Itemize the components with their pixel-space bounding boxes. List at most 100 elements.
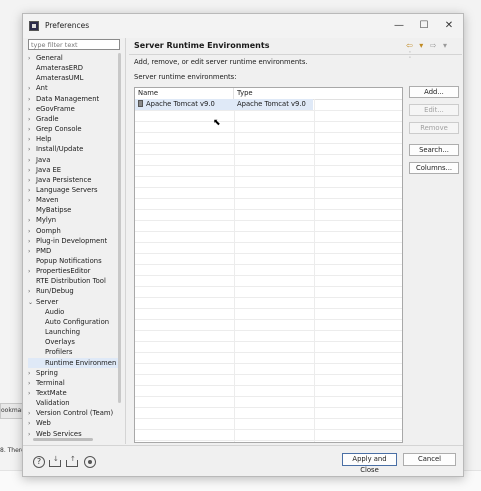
tree-item-label: Runtime Environmen: [45, 358, 117, 367]
tree-item[interactable]: › Mylyn: [28, 215, 56, 225]
tree-item[interactable]: › Data Management: [28, 94, 99, 104]
pane-splitter[interactable]: [125, 38, 126, 444]
tree-vertical-scrollbar[interactable]: [118, 53, 121, 403]
apply-and-close-button[interactable]: Apply and Close: [342, 453, 397, 474]
preferences-dialog: Preferences — ☐ ✕ type filter text › Gene…: [22, 13, 464, 477]
add-button[interactable]: Add...: [409, 86, 459, 98]
maximize-button[interactable]: ☐: [414, 18, 434, 34]
edit-button[interactable]: Edit...: [409, 104, 459, 116]
tree-item[interactable]: Overlays: [28, 337, 75, 347]
grid-line: [135, 286, 402, 287]
column-header-name[interactable]: Name: [135, 88, 234, 99]
tree-item[interactable]: › Web Services: [28, 429, 82, 437]
tree-item[interactable]: › Oomph: [28, 226, 61, 236]
footer-separator: [23, 445, 463, 446]
tree-item[interactable]: ⌄ Server: [28, 297, 58, 307]
close-button[interactable]: ✕: [439, 18, 459, 34]
tree-item-label: eGovFrame: [36, 104, 75, 113]
tree-item[interactable]: › Run/Debug: [28, 286, 74, 296]
tree-item[interactable]: › TextMate: [28, 388, 67, 398]
tree-item[interactable]: › Java EE: [28, 165, 61, 175]
minimize-button[interactable]: —: [389, 18, 409, 34]
tree-item-label: Oomph: [36, 226, 61, 235]
tree-item[interactable]: RTE Distribution Tool: [28, 276, 106, 286]
tree-item[interactable]: › Terminal: [28, 378, 65, 388]
tree-item[interactable]: › PMD: [28, 246, 51, 256]
search-button[interactable]: Search...: [409, 144, 459, 156]
tree-item-label: Java EE: [36, 165, 62, 174]
tree-item[interactable]: AmaterasERD: [28, 63, 83, 73]
tree-item[interactable]: › PropertiesEditor: [28, 266, 90, 276]
table-row[interactable]: Apache Tomcat v9.0 Apache Tomcat v9.0: [135, 99, 313, 110]
export-icon[interactable]: ↑: [66, 455, 78, 468]
runtime-type-cell: Apache Tomcat v9.0: [237, 100, 306, 108]
forward-arrow-icon[interactable]: ⇨ ▾: [430, 41, 449, 50]
tree-item[interactable]: Runtime Environmen: [28, 357, 118, 368]
tree-item-label: Help: [36, 135, 52, 144]
tree-item-label: Version Control (Team): [36, 409, 114, 418]
grid-line: [135, 187, 402, 188]
grid-line: [135, 396, 402, 397]
grid-line: [135, 407, 402, 408]
tree-item[interactable]: › Gradle: [28, 114, 59, 124]
tree-item-label: TextMate: [36, 388, 67, 397]
tree-item[interactable]: › Language Servers: [28, 185, 98, 195]
grid-line: [135, 121, 402, 122]
tree-item-label: AmaterasERD: [36, 64, 84, 73]
oomph-recorder-icon[interactable]: [84, 456, 96, 468]
grid-line: [135, 231, 402, 232]
tree-item[interactable]: Profilers: [28, 347, 72, 357]
tree-item[interactable]: Launching: [28, 327, 80, 337]
tree-item-label: Plug-in Development: [36, 236, 108, 245]
grid-line: [135, 440, 402, 441]
tree-item-label: Overlays: [45, 338, 75, 347]
tree-item[interactable]: › Plug-in Development: [28, 236, 107, 246]
title-bar[interactable]: Preferences — ☐ ✕: [23, 14, 463, 38]
tree-item[interactable]: › Spring: [28, 368, 58, 378]
background-bookmarks-tab[interactable]: ookmar: [0, 403, 24, 419]
tree-item[interactable]: › Web: [28, 418, 51, 428]
tree-item-label: Web Services: [36, 429, 82, 437]
tree-item[interactable]: MyBatipse: [28, 205, 71, 215]
tree-item[interactable]: AmaterasUML: [28, 73, 83, 83]
chevron-icon[interactable]: ›: [28, 430, 36, 437]
tree-item[interactable]: › Version Control (Team): [28, 408, 113, 418]
tree-item-label: MyBatipse: [36, 206, 72, 215]
tree-item[interactable]: › Help: [28, 134, 52, 144]
column-header-type[interactable]: Type: [234, 88, 314, 99]
remove-button[interactable]: Remove: [409, 122, 459, 134]
tree-item[interactable]: › General: [28, 53, 63, 63]
grid-line: [135, 154, 402, 155]
filter-input[interactable]: type filter text: [28, 39, 120, 50]
tree-item[interactable]: › Maven: [28, 195, 59, 205]
tree-item[interactable]: › Java: [28, 155, 50, 165]
tree-item[interactable]: › Java Persistence: [28, 175, 91, 185]
tree-item-label: Java Persistence: [36, 175, 92, 184]
grid-line: [135, 220, 402, 221]
page-description: Add, remove, or edit server runtime envi…: [134, 58, 308, 66]
tree-item[interactable]: › Grep Console: [28, 124, 82, 134]
import-icon[interactable]: ↓: [49, 455, 61, 468]
tree-item-label: RTE Distribution Tool: [36, 277, 106, 286]
tree-horizontal-scrollbar[interactable]: [33, 438, 93, 441]
tree-item[interactable]: › Install/Update: [28, 144, 83, 154]
tree-item[interactable]: › Ant: [28, 83, 48, 93]
columns-button[interactable]: Columns...: [409, 162, 459, 174]
back-arrow-icon[interactable]: ⇦ ▾: [406, 41, 425, 50]
tree-item-label: Language Servers: [36, 185, 98, 194]
cancel-button[interactable]: Cancel: [403, 453, 456, 466]
tree-item[interactable]: Auto Configuration: [28, 317, 109, 327]
tree-item[interactable]: Validation: [28, 398, 70, 408]
tree-item[interactable]: Audio: [28, 307, 64, 317]
grid-line: [135, 242, 402, 243]
grid-line: [135, 165, 402, 166]
help-icon[interactable]: ?: [33, 456, 45, 468]
tree-item-label: Grep Console: [36, 125, 82, 134]
tree-item[interactable]: Popup Notifications: [28, 256, 102, 266]
grid-line: [135, 418, 402, 419]
tree-item-label: General: [36, 54, 63, 62]
tree-item[interactable]: › eGovFrame: [28, 104, 75, 114]
background-console-text: 8. There: [0, 447, 22, 454]
grid-line: [135, 253, 402, 254]
grid-line: [135, 363, 402, 364]
